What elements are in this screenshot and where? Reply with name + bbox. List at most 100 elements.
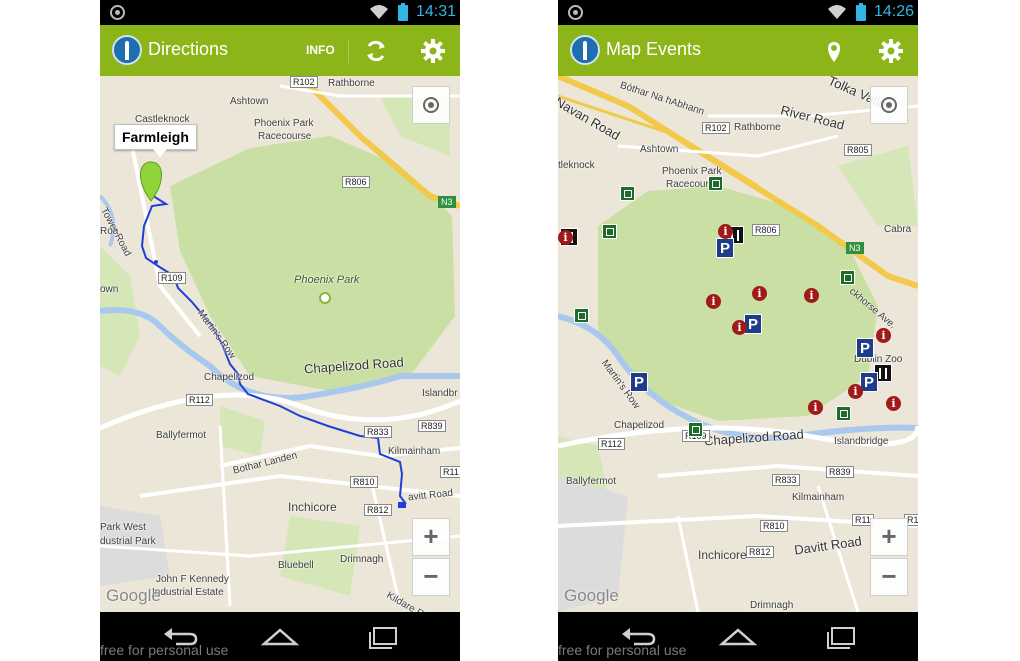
wifi-icon <box>828 5 846 19</box>
status-time: 14:31 <box>415 3 456 20</box>
zoom-out-button[interactable]: − <box>412 558 450 596</box>
map-label: Castleknock <box>135 114 190 125</box>
map-label: Rathborne <box>328 78 375 89</box>
route-shield: R812 <box>364 504 392 516</box>
my-location-button[interactable] <box>870 86 908 124</box>
entrance-marker[interactable] <box>708 176 723 191</box>
route-shield: R102 <box>702 122 730 134</box>
info-marker[interactable]: i <box>752 286 767 301</box>
app-logo-icon[interactable] <box>570 35 600 65</box>
map-label: Bluebell <box>278 560 314 571</box>
route-shield: R112 <box>186 394 213 406</box>
map-label: Roa <box>100 226 119 237</box>
parking-marker[interactable]: P <box>856 338 874 358</box>
route-shield: R810 <box>350 476 378 488</box>
zoom-out-button[interactable]: − <box>870 558 908 596</box>
map-label: Drimnagh <box>750 600 794 611</box>
map-label: Ashtown <box>640 144 679 155</box>
route-shield: R109 <box>158 272 186 284</box>
entrance-marker[interactable] <box>840 270 855 285</box>
route-shield: R112 <box>598 438 625 450</box>
map-label: Kilmainham <box>792 492 845 503</box>
gps-icon <box>110 5 125 20</box>
map-label: John F Kennedy <box>156 574 229 585</box>
map-label: tleknock <box>558 160 595 171</box>
entrance-marker[interactable] <box>620 186 635 201</box>
watermark-caption: free for personal use <box>558 642 687 658</box>
screen-title: Directions <box>148 39 229 59</box>
zoom-in-button[interactable]: + <box>870 518 908 556</box>
map-label: Racecourse <box>258 131 312 142</box>
map-label: Ballyfermot <box>566 476 617 487</box>
home-icon[interactable] <box>718 622 758 650</box>
map-label: own <box>100 284 119 295</box>
entrance-marker[interactable] <box>688 422 703 437</box>
map-label: Phoenix Park <box>254 118 314 129</box>
wifi-icon <box>370 5 388 19</box>
info-marker[interactable]: i <box>706 294 721 309</box>
home-icon[interactable] <box>260 622 300 650</box>
navigation-bar: free for personal use <box>558 612 918 661</box>
route-shield: N3 <box>438 196 456 208</box>
route-shield: R833 <box>772 474 800 486</box>
info-marker[interactable]: i <box>876 328 891 343</box>
route-shield: R810 <box>760 520 788 532</box>
map-label: Industrial Estate <box>152 587 224 598</box>
route-shield: R805 <box>844 144 872 156</box>
info-marker[interactable]: i <box>718 224 733 239</box>
parking-marker[interactable]: P <box>716 238 734 258</box>
route-shield: R11 <box>440 466 460 478</box>
map-label: Phoenix Park <box>294 274 360 286</box>
parking-marker[interactable]: P <box>744 314 762 334</box>
route-shield: N3 <box>846 242 864 254</box>
info-marker[interactable]: i <box>804 288 819 303</box>
status-bar: 14:26 <box>558 0 918 25</box>
my-location-button[interactable] <box>412 86 450 124</box>
map-label: Drimnagh <box>340 554 384 565</box>
info-marker[interactable]: i <box>886 396 901 411</box>
recent-apps-icon[interactable] <box>820 622 860 650</box>
gps-icon <box>568 5 583 20</box>
route-shield: R102 <box>290 76 318 88</box>
recent-apps-icon[interactable] <box>362 622 402 650</box>
map-label: dustrial Park <box>100 536 156 547</box>
entrance-marker[interactable] <box>602 224 617 239</box>
info-button[interactable]: INFO <box>306 43 335 57</box>
status-bar: 14:31 <box>100 0 460 25</box>
settings-icon[interactable] <box>878 38 904 64</box>
map-label: Cabra <box>884 224 912 235</box>
map-events-screen: 14:26 Map Events Navan Road Bóthar Na hA… <box>558 0 918 661</box>
route-shield: R833 <box>364 426 392 438</box>
map-label: Ashtown <box>230 96 269 107</box>
action-bar: Map Events <box>558 25 918 76</box>
action-bar: Directions INFO <box>100 25 460 76</box>
map-label: Islandbr <box>422 388 458 399</box>
route-shield: R812 <box>746 546 774 558</box>
zoom-in-button[interactable]: + <box>412 518 450 556</box>
map-label: Inchicore <box>288 500 337 514</box>
info-marker[interactable]: i <box>848 384 863 399</box>
map-label: Inchicore <box>698 548 747 562</box>
map-label: Ballyfermot <box>156 430 207 441</box>
parking-marker[interactable]: P <box>630 372 648 392</box>
map-view[interactable]: Navan Road Bóthar Na hAbhann River Road … <box>558 76 918 612</box>
entrance-marker[interactable] <box>836 406 851 421</box>
map-pin-icon[interactable] <box>821 38 847 64</box>
map-view[interactable]: Farmleigh Castleknock Ashtown Rathborne … <box>100 76 460 612</box>
entrance-marker[interactable] <box>574 308 589 323</box>
screen-title: Map Events <box>606 39 702 59</box>
route-shield: R806 <box>342 176 370 188</box>
app-logo-icon[interactable] <box>112 35 142 65</box>
actionbar-divider <box>348 39 349 63</box>
settings-icon[interactable] <box>420 38 446 64</box>
info-marker[interactable]: i <box>732 320 747 335</box>
info-marker[interactable]: i <box>808 400 823 415</box>
refresh-icon[interactable] <box>363 38 389 64</box>
map-label: Park West <box>100 522 146 533</box>
route-shield: R839 <box>826 466 854 478</box>
directions-screen: 14:31 Directions INFO Farmleigh Castlekn… <box>100 0 460 661</box>
info-marker[interactable]: i <box>558 230 573 245</box>
farmleigh-callout[interactable]: Farmleigh <box>114 124 197 157</box>
map-label: Chapelizod <box>204 372 255 383</box>
watermark-caption: free for personal use <box>100 642 229 658</box>
